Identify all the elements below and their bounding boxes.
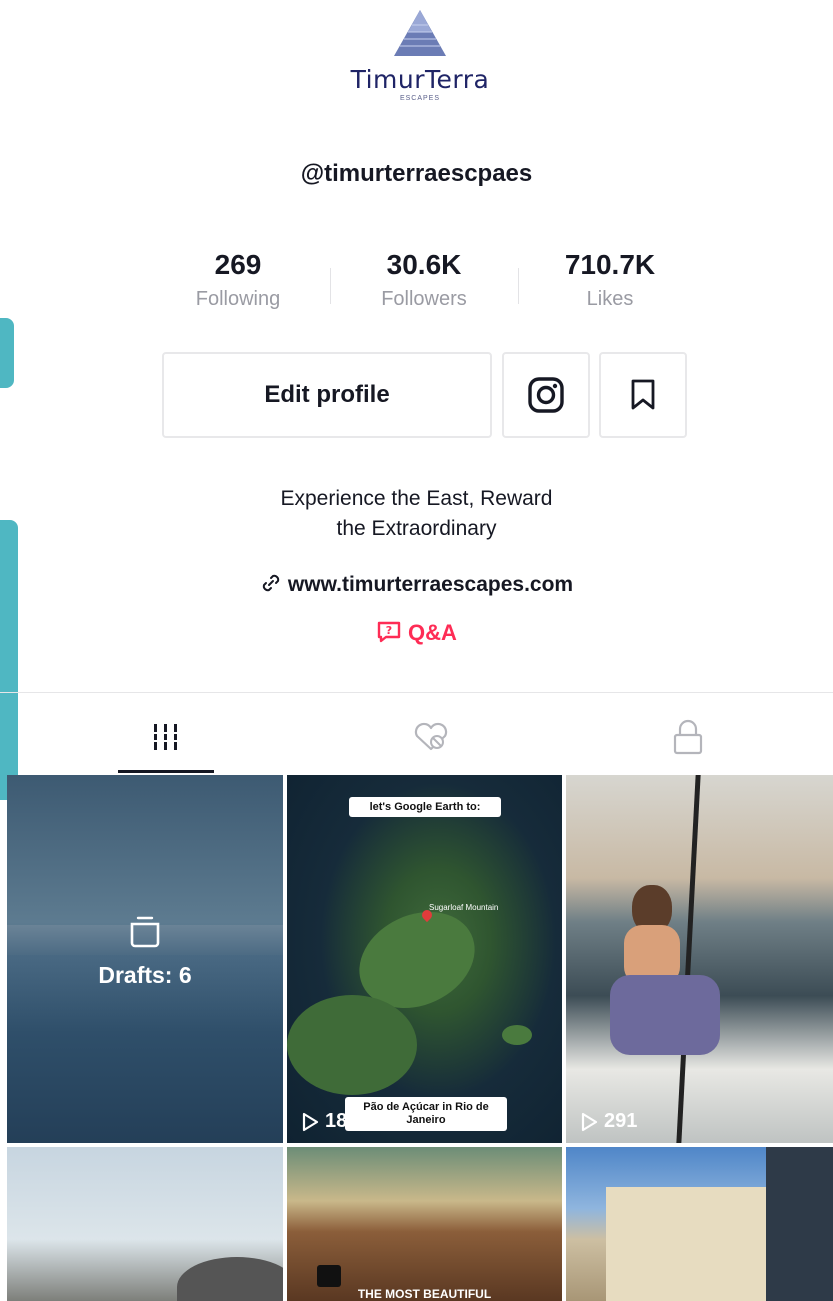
tab-private[interactable] [640, 700, 736, 774]
play-count: 183 [301, 1110, 358, 1133]
profile-avatar-logo[interactable]: TimurTerra ESCAPES [330, 8, 510, 108]
stat-label: Followers [381, 288, 467, 310]
profile-website-link[interactable]: www.timurterraescapes.com [0, 572, 833, 597]
person-on-boat [610, 885, 720, 1060]
stat-following[interactable]: 269 Following [180, 248, 296, 311]
play-icon [581, 1112, 598, 1131]
edge-decoration [0, 318, 14, 388]
instagram-icon [528, 377, 564, 413]
stat-likes[interactable]: 710.7K Likes [550, 248, 670, 311]
video-tile[interactable]: THE MOST BEAUTIFUL [287, 1147, 562, 1301]
edit-profile-button[interactable]: Edit profile [162, 352, 492, 438]
stat-divider [518, 268, 519, 304]
profile-bio: Experience the East, Reward the Extraord… [0, 484, 833, 544]
map-label: Sugarloaf Mountain [429, 903, 499, 912]
drafts-count: Drafts: 6 [98, 962, 192, 988]
grid-icon [152, 724, 180, 750]
video-tile[interactable]: 291 [566, 775, 833, 1143]
svg-text:?: ? [386, 624, 392, 637]
stat-value: 269 [214, 249, 262, 280]
play-count: 291 [580, 1110, 637, 1133]
bookmark-button[interactable] [599, 352, 687, 438]
tab-selected-indicator [118, 770, 214, 773]
stat-followers[interactable]: 30.6K Followers [360, 248, 488, 311]
qa-icon: ? [377, 621, 401, 643]
building [766, 1147, 833, 1301]
qa-label: Q&A [408, 620, 457, 645]
website-text: www.timurterraescapes.com [287, 573, 574, 596]
tab-bar-divider [0, 692, 833, 693]
play-count-value: 183 [325, 1110, 359, 1132]
brand-subtitle: ESCAPES [399, 95, 441, 102]
video-tile[interactable] [7, 1147, 283, 1301]
building [606, 1187, 786, 1301]
play-count-value: 291 [604, 1110, 638, 1132]
video-tile[interactable]: Sugarloaf Mountain let's Google Earth to… [287, 775, 562, 1143]
edge-decoration [0, 520, 18, 800]
instagram-button[interactable] [502, 352, 590, 438]
tab-liked[interactable] [383, 700, 479, 774]
bio-line: Experience the East, Reward [280, 487, 553, 510]
drafts-icon [130, 916, 160, 948]
bio-line: the Extraordinary [336, 517, 497, 540]
bookmark-icon [631, 379, 655, 410]
link-icon [262, 574, 280, 592]
hidden-likes-icon [414, 722, 448, 751]
mountain-logo-icon [394, 10, 446, 56]
video-grid: Drafts: 6 Sugarloaf Mountain let's Googl… [0, 775, 833, 1301]
stat-divider [330, 268, 331, 304]
stat-label: Likes [586, 288, 634, 310]
stat-value: 710.7K [564, 249, 656, 280]
map-island [502, 1025, 532, 1045]
stat-value: 30.6K [386, 249, 462, 280]
tab-videos[interactable] [118, 700, 214, 774]
video-tile[interactable] [566, 1147, 833, 1301]
qa-link[interactable]: ? Q&A [0, 620, 833, 646]
drafts-tile[interactable]: Drafts: 6 [7, 775, 283, 1143]
stat-label: Following [195, 288, 281, 310]
profile-stats: 269 Following 30.6K Followers 710.7K Lik… [0, 248, 833, 328]
tiktok-watermark-icon [317, 1265, 341, 1287]
lock-icon [673, 719, 703, 755]
play-icon [302, 1112, 319, 1131]
brand-name: TimurTerra [350, 65, 490, 94]
video-caption: let's Google Earth to: [349, 797, 501, 817]
video-caption: THE MOST BEAUTIFUL [357, 1287, 492, 1301]
video-caption: Pão de Açúcar in Rio de Janeiro [345, 1097, 507, 1131]
profile-handle: @timurterraescpaes [300, 160, 533, 187]
drafts-overlay: Drafts: 6 [7, 915, 283, 989]
map-land [287, 995, 417, 1095]
mountain-silhouette [177, 1257, 283, 1301]
